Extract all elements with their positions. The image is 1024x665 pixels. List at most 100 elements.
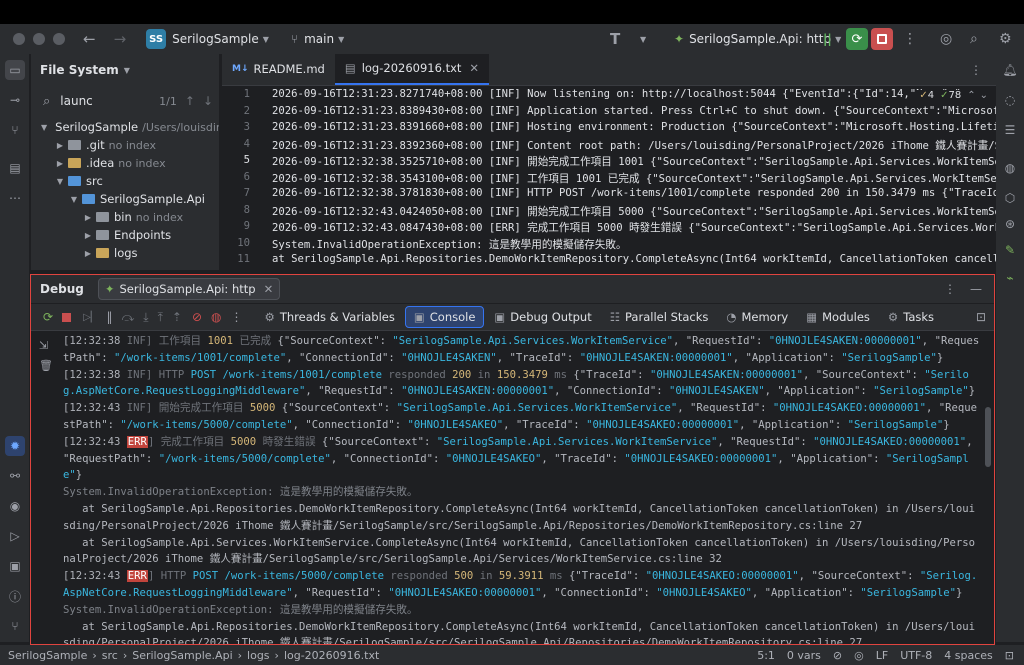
code-line[interactable]: 11 at SerilogSample.Api.Repositories.Dem… xyxy=(222,253,996,270)
pause-icon[interactable]: ‖ xyxy=(106,310,112,324)
tree-item[interactable]: ▶ bin no index xyxy=(31,208,219,226)
structure-icon[interactable]: ▤ xyxy=(5,158,25,178)
next-match-icon[interactable]: ↓ xyxy=(203,94,213,108)
more-vertical-icon[interactable]: ⋮ xyxy=(970,63,982,77)
more-vertical-icon[interactable]: ⋮ xyxy=(903,31,917,47)
tab-memory[interactable]: ◔ Memory xyxy=(718,306,796,328)
debug-session-tab[interactable]: ✦ SerilogSample.Api: http ✕ xyxy=(97,278,281,300)
run-icon[interactable]: ▷ xyxy=(5,526,25,546)
chevron-down-icon[interactable]: ▼ xyxy=(69,195,79,204)
search-icon[interactable]: ⌕ xyxy=(970,31,978,47)
tab-debug-output[interactable]: ▣ Debug Output xyxy=(486,306,599,328)
text-cursor-icon[interactable]: T xyxy=(610,30,620,48)
chevron-right-icon[interactable]: ▶ xyxy=(83,231,93,240)
previous-match-icon[interactable]: ↑ xyxy=(185,94,195,108)
more-vertical-icon[interactable]: ⋮ xyxy=(944,282,956,296)
tree-item[interactable]: ▼ src xyxy=(31,172,219,190)
code-line[interactable]: 3 2026-09-16T12:31:23.8391660+08:00 [INF]… xyxy=(222,121,996,138)
endpoints-icon[interactable]: ⊛ xyxy=(1000,214,1020,234)
tab-readme[interactable]: M↓ README.md xyxy=(222,54,335,85)
pull-requests-icon[interactable]: ⑂ xyxy=(5,120,25,140)
nuget-icon[interactable]: ⬡ xyxy=(1000,188,1020,208)
clear-console-icon[interactable]: 🗑︎ xyxy=(39,359,53,372)
forward-arrow-icon[interactable]: → xyxy=(114,30,127,48)
chevron-right-icon[interactable]: ▶ xyxy=(55,159,65,168)
run-to-cursor-icon[interactable]: ⇡ xyxy=(172,310,182,324)
code-line[interactable]: 10 System.InvalidOperationException: 這是教學… xyxy=(222,237,996,254)
file-encoding[interactable]: UTF-8 xyxy=(900,649,932,662)
ai-assistant-icon[interactable]: ◎ xyxy=(940,31,952,47)
stop-button[interactable] xyxy=(871,28,893,50)
vars-count[interactable]: 0 vars xyxy=(787,649,821,662)
chevron-right-icon[interactable]: ▶ xyxy=(55,141,65,150)
step-over-icon[interactable]: ⤼ xyxy=(121,310,134,325)
plugin-icon[interactable]: ✎ xyxy=(1000,240,1020,260)
info-icon[interactable]: ⓘ xyxy=(5,586,25,606)
tree-item[interactable]: ▼ SerilogSample.Api xyxy=(31,190,219,208)
stop-icon[interactable] xyxy=(62,312,72,322)
code-line[interactable]: 2 2026-09-16T12:31:23.8389430+08:00 [INF]… xyxy=(222,105,996,122)
commit-icon[interactable]: ⊸ xyxy=(5,90,25,110)
folder-tool-icon[interactable]: ▭ xyxy=(5,60,25,80)
tree-item[interactable]: ▶ .git no index xyxy=(31,136,219,154)
lock-icon[interactable]: ⊡ xyxy=(1005,649,1014,662)
breadcrumb-item[interactable]: SerilogSample xyxy=(8,649,87,662)
inspection-icon[interactable]: ⊘ xyxy=(833,649,842,662)
pause-icon[interactable]: || xyxy=(823,32,832,46)
run-config-selector[interactable]: ✦ SerilogSample.Api: http ▼ xyxy=(668,28,847,50)
console-output[interactable]: [12:32:38 INF] 工作項目 1001 已完成 {"SourceCon… xyxy=(63,333,980,644)
services-icon[interactable]: ⚯ xyxy=(5,466,25,486)
database-icon[interactable]: ☰ xyxy=(1000,120,1020,140)
tab-parallel-stacks[interactable]: ☷ Parallel Stacks xyxy=(602,306,717,328)
tab-tasks[interactable]: ⚙ Tasks xyxy=(880,306,942,328)
notifications-bell-icon[interactable]: 🔔︎ xyxy=(1000,60,1020,80)
indent-setting[interactable]: 4 spaces xyxy=(944,649,993,662)
breadcrumb-item[interactable]: logs xyxy=(247,649,270,662)
breadcrumb-item[interactable]: log-20260916.txt xyxy=(284,649,379,662)
step-into-icon[interactable]: ⤓ xyxy=(143,310,148,325)
code-line[interactable]: 4 2026-09-16T12:31:23.8392360+08:00 [INF]… xyxy=(222,138,996,155)
cursor-position[interactable]: 5:1 xyxy=(757,649,775,662)
debug-tool-icon[interactable]: ✹ xyxy=(5,436,25,456)
chevron-down-icon[interactable]: ▼ xyxy=(55,177,65,186)
more-tools-icon[interactable]: ⋯ xyxy=(5,188,25,208)
code-line[interactable]: 7 2026-09-16T12:32:38.3781830+08:00 [INF]… xyxy=(222,187,996,204)
git-icon[interactable]: ⑂ xyxy=(5,616,25,636)
close-tab-icon[interactable]: ✕ xyxy=(264,282,274,296)
branch-switcher[interactable]: ⑂ main ▼ xyxy=(285,28,350,50)
performance-icon[interactable]: ⌁ xyxy=(1000,268,1020,288)
code-line[interactable]: 8 2026-09-16T12:32:43.0424050+08:00 [INF]… xyxy=(222,204,996,221)
chevron-down-icon[interactable]: ▼ xyxy=(41,123,47,132)
coverage-icon[interactable]: ◍ xyxy=(1000,158,1020,178)
rerun-icon[interactable]: ⟳ xyxy=(43,310,53,324)
file-panel-header[interactable]: File System ▼ xyxy=(31,54,219,86)
code-line[interactable]: 1 2026-09-16T12:31:23.8271740+08:00 [INF]… xyxy=(222,88,996,105)
code-line[interactable]: 9 2026-09-16T12:32:43.0847430+08:00 [ERR]… xyxy=(222,220,996,237)
mute-breakpoints-icon[interactable]: ◍ xyxy=(211,310,221,324)
tree-item[interactable]: ▶ Endpoints xyxy=(31,226,219,244)
ai-status-icon[interactable]: ◎ xyxy=(854,649,864,662)
step-out-icon[interactable]: ⤒ xyxy=(158,310,163,325)
file-search-input[interactable]: launc xyxy=(60,94,159,108)
settings-gear-icon[interactable]: ⚙ xyxy=(999,31,1012,47)
close-tab-icon[interactable]: ✕ xyxy=(469,61,479,75)
window-zoom-dot[interactable] xyxy=(53,33,65,45)
terminal-icon[interactable]: ▣ xyxy=(5,556,25,576)
chevron-right-icon[interactable]: ▶ xyxy=(83,213,93,222)
problems-icon[interactable]: ◉ xyxy=(5,496,25,516)
tree-item[interactable]: ▶ .idea no index xyxy=(31,154,219,172)
chevron-down-icon[interactable]: ⌄ xyxy=(980,90,988,101)
layout-icon[interactable]: ⊡ xyxy=(976,310,986,324)
code-lines[interactable]: 1 2026-09-16T12:31:23.8271740+08:00 [INF]… xyxy=(222,88,996,270)
more-vertical-icon[interactable]: ⋮ xyxy=(231,310,243,324)
tab-modules[interactable]: ▦ Modules xyxy=(798,306,878,328)
restart-debug-button[interactable]: ⟳ xyxy=(846,28,868,50)
minimize-panel-icon[interactable]: — xyxy=(970,282,982,296)
window-close-dot[interactable] xyxy=(13,33,25,45)
chevron-down-icon[interactable]: ▼ xyxy=(640,35,646,44)
chevron-right-icon[interactable]: ▶ xyxy=(83,249,93,258)
project-switcher[interactable]: SS SerilogSample ▼ xyxy=(140,28,275,50)
tab-console[interactable]: ▣ Console xyxy=(404,306,485,328)
line-separator[interactable]: LF xyxy=(876,649,888,662)
chevron-up-icon[interactable]: ⌃ xyxy=(967,90,975,101)
